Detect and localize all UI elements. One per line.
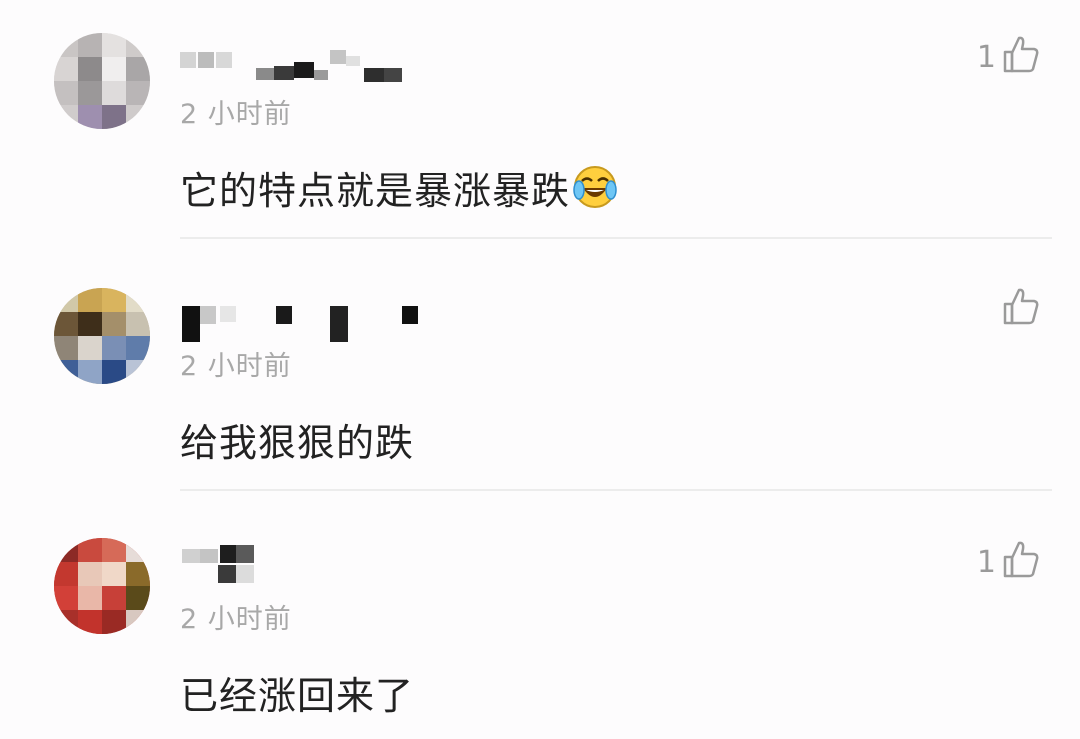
avatar[interactable] bbox=[54, 288, 150, 384]
divider bbox=[180, 489, 1052, 491]
like-button[interactable]: 1 bbox=[977, 541, 1040, 585]
username-redacted[interactable] bbox=[180, 46, 440, 86]
divider bbox=[180, 237, 1052, 239]
comment-text: 它的特点就是暴涨暴跌 bbox=[180, 160, 618, 219]
comment-time: 2 小时前 bbox=[180, 604, 292, 635]
comment-time: 2 小时前 bbox=[180, 351, 292, 382]
comment-time: 2 小时前 bbox=[180, 99, 292, 130]
thumbs-up-outline-icon bbox=[1002, 34, 1040, 82]
avatar[interactable] bbox=[54, 538, 150, 634]
avatar[interactable] bbox=[54, 33, 150, 129]
comment-text: 已经涨回来了 bbox=[180, 674, 415, 718]
like-button[interactable]: 1 bbox=[977, 36, 1040, 80]
comment-text: 给我狠狠的跌 bbox=[180, 421, 415, 465]
laughing-crying-emoji-icon bbox=[572, 164, 618, 219]
like-count: 1 bbox=[976, 40, 996, 75]
like-button[interactable] bbox=[996, 288, 1040, 332]
like-count: 1 bbox=[976, 545, 996, 580]
thumbs-up-outline-icon bbox=[1002, 539, 1040, 587]
username-redacted[interactable] bbox=[180, 302, 440, 342]
username-redacted[interactable] bbox=[180, 545, 440, 585]
comment-list: 2 小时前 它的特点就是暴涨暴跌 1 2 小时前 给我狠狠的跌 2 小时前 已经… bbox=[0, 0, 1080, 739]
comment-text-content: 它的特点就是暴涨暴跌 bbox=[180, 169, 571, 213]
thumbs-up-outline-icon bbox=[1002, 286, 1040, 334]
